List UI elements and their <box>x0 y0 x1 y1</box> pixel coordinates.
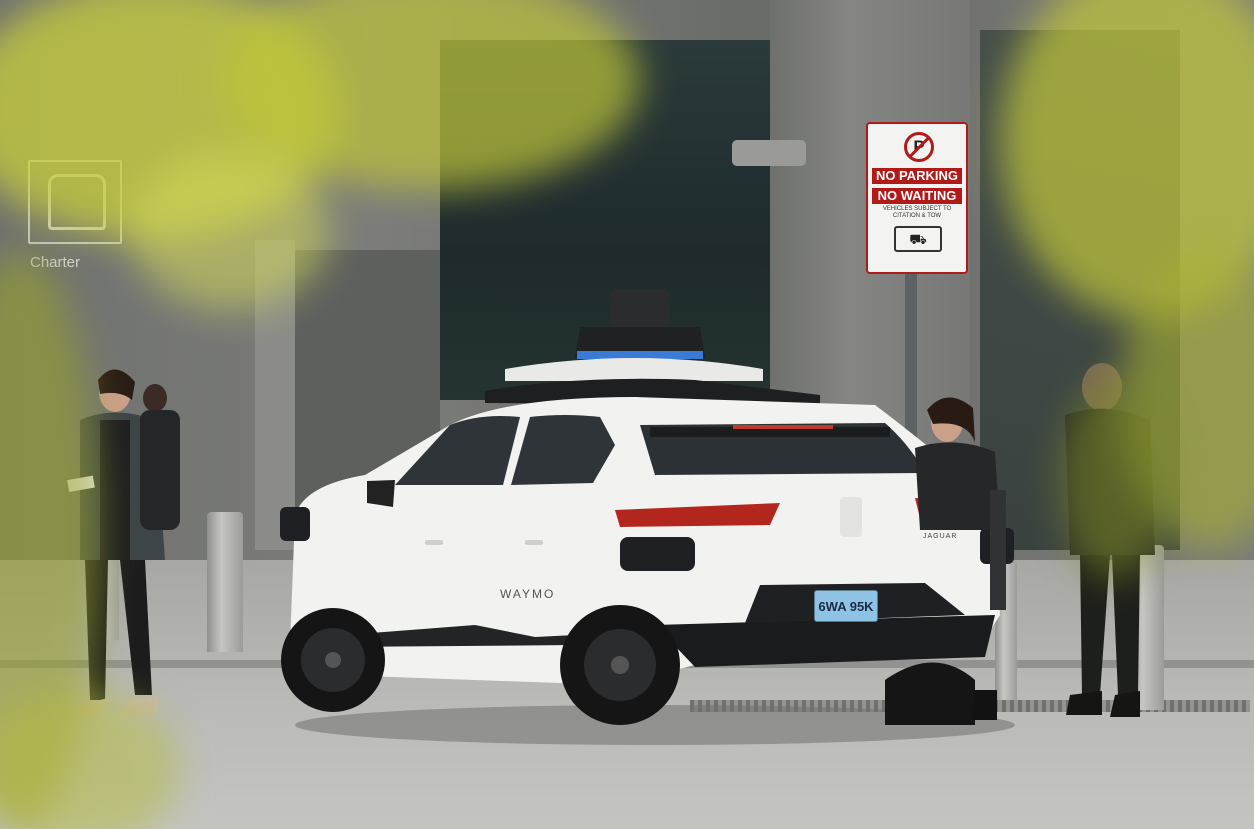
person-background <box>140 384 180 530</box>
no-parking-sign: P NO PARKING NO WAITING VEHICLES SUBJECT… <box>866 122 968 274</box>
sign-line-no-waiting: NO WAITING <box>872 188 962 204</box>
foliage-blur <box>1060 380 1170 580</box>
sign-line-no-parking: NO PARKING <box>872 168 962 184</box>
security-camera-icon <box>732 140 806 166</box>
bollard <box>207 512 243 652</box>
license-plate: 6WA 95K <box>814 590 878 622</box>
no-parking-icon: P <box>904 132 934 162</box>
tow-truck-icon: ⛟ <box>894 226 942 252</box>
waymo-side-badge: WAYMO <box>500 587 556 601</box>
foliage-blur <box>130 150 330 310</box>
photo-scene: Charter P NO PARKING NO WAITING VEHICLES… <box>0 0 1254 829</box>
person-woman-right <box>915 397 1006 720</box>
sign-fine-print: VEHICLES SUBJECT TO CITATION & TOW <box>882 206 952 219</box>
